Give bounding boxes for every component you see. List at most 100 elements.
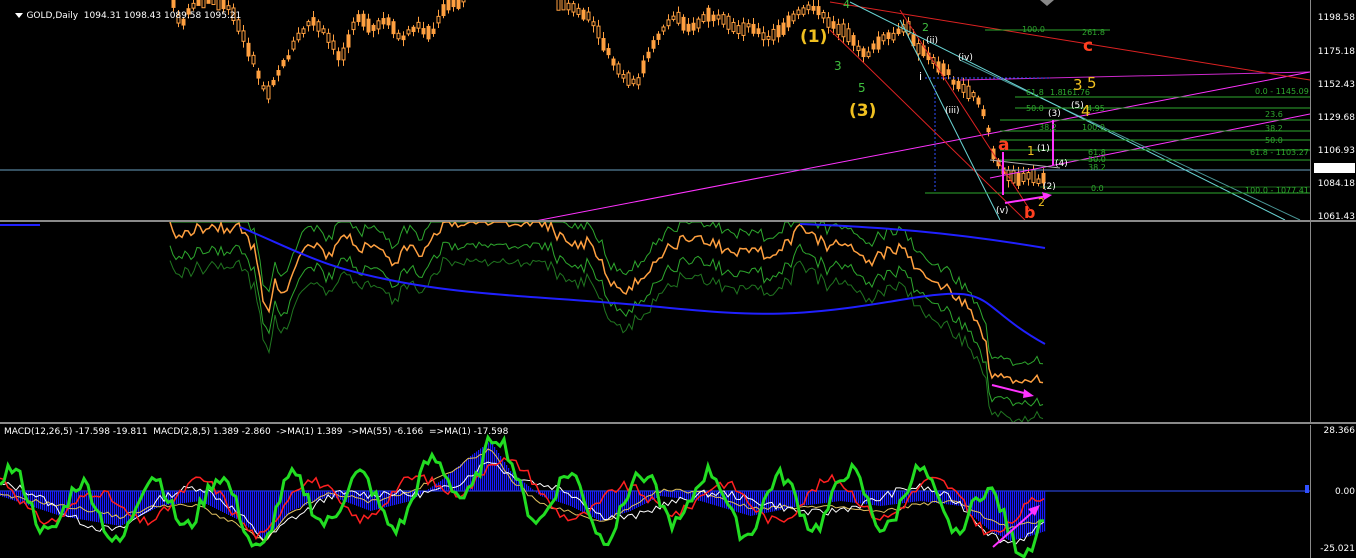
candle-body [386,17,391,26]
price-chart-canvas[interactable]: 100.0 261.80.0 - 1145.0961.850.038.223.63… [0,0,1310,220]
candle-body [701,14,706,22]
macd-histogram-bar [526,484,528,491]
macd-pane[interactable]: MACD(12,26,5) -17.598 -19.811 MACD(2,8,5… [0,425,1310,558]
candle-body [456,0,461,9]
indicator-pane[interactable] [0,222,1310,422]
candle-body [721,14,726,25]
macd-histogram-bar [634,491,636,509]
macd-histogram-bar [54,491,56,514]
macd-histogram-bar [292,491,294,511]
candle-body [581,9,586,20]
macd-histogram-bar [916,491,918,502]
indicator-canvas[interactable] [0,222,1310,422]
macd-histogram-bar [366,491,368,510]
macd-histogram-bar [738,491,740,513]
candle-body [821,12,826,19]
price-header: GOLD,Daily 1094.31 1098.43 1089.58 1095.… [4,1,241,31]
macd-histogram-bar [818,491,820,504]
wave-label-3: (3) [849,101,876,121]
candle-body [791,13,796,22]
price-axis-label: 1106.93 [1317,146,1355,156]
candle-body [896,28,901,35]
macd-histogram-bar [734,491,736,512]
macd-histogram-bar [174,491,176,505]
macd-histogram-bar [228,491,230,515]
candle-body [271,79,276,86]
candle-body [326,32,331,43]
fib-label: 38.2 [1265,124,1283,133]
pane-separator[interactable] [0,422,1356,424]
macd-histogram-bar [770,491,772,512]
macd-histogram-bar [194,491,196,502]
candle-body [641,60,646,74]
macd-header: MACD(12,26,5) -17.598 -19.811 MACD(2,8,5… [4,427,509,437]
macd-histogram-bar [258,491,260,536]
wave-label-circ2: (2) [1043,182,1056,192]
macd-histogram-bar [570,491,572,506]
macd-histogram-bar [880,491,882,506]
candle-body [286,55,291,60]
candle-body [436,15,441,24]
candle-body [296,32,301,41]
macd-histogram-bar [190,491,192,503]
macd-histogram-bar [930,491,932,503]
macd-histogram-bar [788,491,790,509]
wave-label-2: 2 [1038,196,1045,209]
candle-body [266,85,271,100]
macd-histogram-bar [288,491,290,514]
current-price-badge: 1095.21 [1313,163,1355,173]
macd-histogram-bar [1016,491,1018,540]
macd-canvas[interactable] [0,425,1310,558]
macd-histogram-bar [974,491,976,518]
candle-body [811,5,816,11]
macd-histogram-bar [988,491,990,530]
price-chart-pane[interactable]: 100.0 261.8 0.0 - 1145.09 61.8 50.0 38.2 23.6 3… [0,0,1310,220]
macd-histogram-bar [750,491,752,516]
candle-body [836,23,841,36]
magenta-trendline [959,71,1310,81]
candle-body [461,0,466,3]
candle-body [636,77,641,86]
macd-histogram-bar [562,491,564,504]
candle-body [331,40,336,50]
price-header-text: GOLD,Daily 1094.31 1098.43 1089.58 1095.… [26,11,242,21]
macd-histogram-bar [948,491,950,505]
macd-histogram-bar [52,491,54,514]
macd-histogram-bar [836,491,838,502]
macd-histogram-bar [10,491,12,500]
candle-body [746,23,751,28]
candle-body [676,11,681,24]
wave-label-circ3: (3) [1048,109,1061,119]
price-axis-label: 1129.68 [1317,113,1355,123]
fib-label: 23.6 [1265,110,1283,119]
candle-body [866,51,871,58]
macd-histogram-bar [980,491,982,523]
macd-histogram-bar [528,486,530,491]
candle-body [751,23,756,34]
candle-body [871,43,876,50]
macd-histogram-bar [466,459,468,491]
candle-body [611,58,616,66]
macd-histogram-bar [552,491,554,500]
candle-body [1021,172,1026,183]
candle-body [886,32,891,40]
price-axis-label: 1175.18 [1317,47,1355,57]
macd-histogram-bar [1000,491,1002,536]
envelope-lower [169,241,1044,407]
macd-histogram-bar [596,491,598,519]
fib-label: 50.0 [1026,104,1044,113]
macd-histogram-bar [254,491,256,533]
macd-histogram-bar [460,464,462,491]
fib-label: 38.2 [1039,123,1057,132]
macd-histogram-bar [536,491,538,493]
collapse-triangle-icon[interactable] [15,13,24,18]
candle-body [846,28,851,43]
macd-histogram-bar [664,491,666,497]
macd-histogram-bar [298,491,300,508]
candle-body [1036,178,1041,184]
macd-histogram-bar [884,491,886,506]
macd-histogram-bar [1042,491,1044,532]
candle-body [646,51,651,59]
candle-body [726,15,731,30]
macd-histogram-bar [312,491,314,503]
